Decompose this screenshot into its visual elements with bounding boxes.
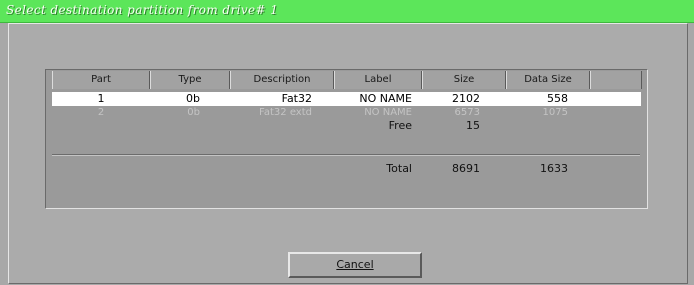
column-header-label: Label: [334, 71, 422, 89]
table-divider: [52, 154, 640, 156]
column-header-filler: [590, 71, 642, 89]
cell-part: 2: [97, 107, 105, 118]
cell-type: 0b: [187, 107, 200, 118]
cell-description: Fat32 extd: [259, 107, 312, 118]
cell-data-size: 1075: [542, 107, 568, 118]
column-header-part: Part: [52, 71, 150, 89]
column-header-type: Type: [150, 71, 230, 89]
total-label: Total: [386, 162, 412, 175]
cancel-button[interactable]: Cancel: [288, 252, 422, 278]
column-header-size: Size: [422, 71, 506, 89]
table-row[interactable]: 1 0b Fat32 NO NAME 2102 558: [52, 92, 641, 106]
total-size: 8691: [452, 162, 480, 175]
cell-data-size: 558: [547, 92, 568, 105]
window-title: Select destination partition from drive#…: [6, 3, 279, 17]
partition-table: Part Type Description Label Size Data Si…: [45, 69, 648, 209]
cell-label: NO NAME: [359, 92, 412, 105]
cell-description: Fat32: [281, 92, 312, 105]
cell-part: 1: [97, 92, 105, 105]
total-row: Total 8691 1633: [52, 162, 590, 176]
table-row: 2 0b Fat32 extd NO NAME 6573 1075: [52, 106, 590, 120]
column-header-description: Description: [230, 71, 334, 89]
cell-size: 6573: [454, 107, 480, 118]
cell-label: NO NAME: [364, 107, 412, 118]
cell-size: 2102: [452, 92, 480, 105]
cancel-button-label: Cancel: [336, 258, 374, 271]
column-header-data-size: Data Size: [506, 71, 590, 89]
total-data-size: 1633: [540, 162, 568, 175]
free-space-row: Free 15: [52, 119, 590, 133]
table-header: Part Type Description Label Size Data Si…: [52, 71, 642, 89]
cell-type: 0b: [186, 92, 200, 105]
free-size: 15: [466, 119, 480, 132]
free-label: Free: [388, 119, 412, 132]
title-bar: Select destination partition from drive#…: [0, 0, 694, 23]
